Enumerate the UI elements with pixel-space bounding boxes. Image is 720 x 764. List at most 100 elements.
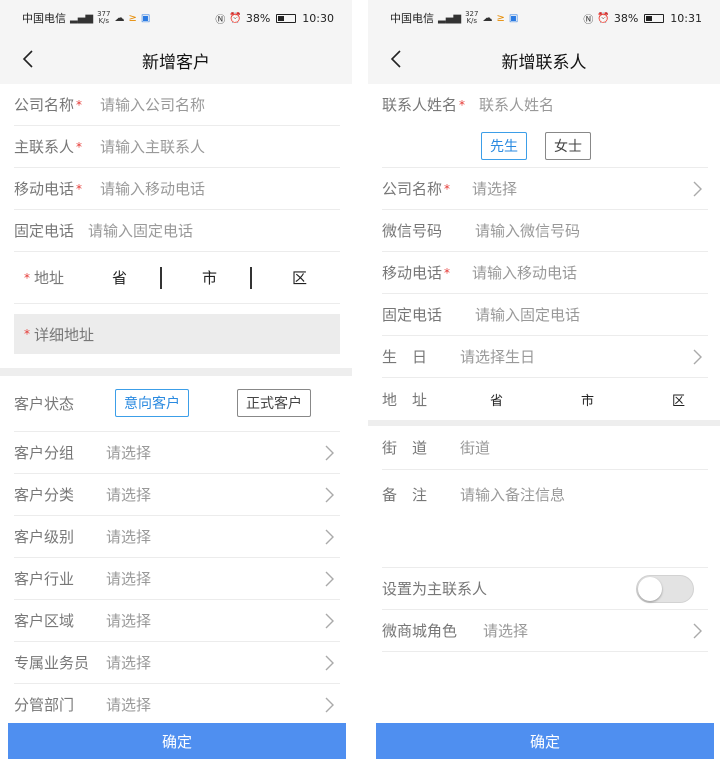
chevron-right-icon <box>325 655 334 671</box>
customer-category-row[interactable]: 客户分类 请选择 <box>14 474 340 516</box>
clock: 10:30 <box>302 11 334 25</box>
field-label: 地 址 <box>382 390 428 409</box>
field-label: 街 道 <box>382 439 428 457</box>
customer-form: 公司名称 * 请输入公司名称 主联系人 * 请输入主联系人 移动电话 * 请输入移动电… <box>0 84 352 354</box>
province-select[interactable]: 省 <box>112 267 127 288</box>
district-select[interactable]: 区 <box>672 390 685 409</box>
field-label: 固定电话 <box>14 222 75 240</box>
chevron-right-icon <box>325 697 334 713</box>
divider <box>160 267 162 289</box>
department-select[interactable]: 请选择 <box>106 694 151 715</box>
battery-percent: 38% <box>245 11 271 25</box>
mobile-phone-input[interactable]: 请输入移动电话 <box>472 262 577 283</box>
chevron-right-icon <box>325 529 334 545</box>
network-speed: 327 K/s <box>465 10 479 25</box>
customer-area-select[interactable]: 请选择 <box>106 610 151 631</box>
customer-level-row[interactable]: 客户级别 请选择 <box>14 516 340 558</box>
nfc-icon: Ⓝ <box>215 14 226 26</box>
remark-row[interactable]: 备 注 请输入备注信息 <box>382 470 708 568</box>
landline-row[interactable]: 固定电话 请输入固定电话 <box>14 210 340 252</box>
customer-industry-select[interactable]: 请选择 <box>106 568 151 589</box>
mobile-phone-input[interactable]: 请输入移动电话 <box>100 178 205 199</box>
mall-role-row[interactable]: 微商城角色 请选择 <box>382 610 708 652</box>
province-select[interactable]: 省 <box>490 390 503 409</box>
required-mark: * <box>459 97 466 112</box>
customer-group-select[interactable]: 请选择 <box>106 442 151 463</box>
battery-icon <box>644 13 665 23</box>
chevron-right-icon <box>325 571 334 587</box>
required-mark: * <box>444 181 451 196</box>
main-contact-row[interactable]: 主联系人 * 请输入主联系人 <box>14 126 340 168</box>
message-notification-icon: ▣ <box>140 12 151 24</box>
salesperson-select[interactable]: 请选择 <box>106 652 151 673</box>
required-mark: * <box>76 97 83 112</box>
cloud-icon: ☁ <box>482 12 493 24</box>
field-label: 客户区域 <box>14 612 75 630</box>
address-region-row[interactable]: * 地址 省 市 区 <box>14 252 340 304</box>
district-select[interactable]: 区 <box>292 267 307 288</box>
wechat-row[interactable]: 微信号码 请输入微信号码 <box>382 210 708 252</box>
company-name-input[interactable]: 请输入公司名称 <box>100 94 205 115</box>
contact-name-input[interactable]: 联系人姓名 <box>479 94 554 115</box>
address-region-row[interactable]: 地 址 省 市 区 <box>382 378 708 420</box>
back-arrow-icon[interactable] <box>388 50 406 68</box>
battery-fill <box>646 15 653 21</box>
city-select[interactable]: 市 <box>202 267 217 288</box>
contact-form: 联系人姓名 * 联系人姓名 先生 女士 公司名称 * 请选择 微信号码 请输入微信号… <box>368 84 720 420</box>
wechat-input[interactable]: 请输入微信号码 <box>475 220 580 241</box>
carrier-label: 中国电信 <box>390 12 434 25</box>
birthday-row[interactable]: 生 日 请选择生日 <box>382 336 708 378</box>
department-row[interactable]: 分管部门 请选择 <box>14 684 340 726</box>
status-bar: 中国电信 ▂▄▆ 377 K/s ☁ ≥ ▣ Ⓝ ⏰ 38% 10:30 <box>0 0 352 36</box>
signal-icon: ▂▄▆ <box>70 12 94 24</box>
detail-address-input[interactable]: * 详细地址 <box>14 314 340 354</box>
main-contact-input[interactable]: 请输入主联系人 <box>100 136 205 157</box>
mall-role-select[interactable]: 请选择 <box>483 620 528 641</box>
company-name-row[interactable]: 公司名称 * 请选择 <box>382 168 708 210</box>
customer-group-row[interactable]: 客户分组 请选择 <box>14 432 340 474</box>
mobile-phone-row[interactable]: 移动电话 * 请输入移动电话 <box>382 252 708 294</box>
status-option-prospect[interactable]: 意向客户 <box>115 389 189 417</box>
field-label: 客户级别 <box>14 528 75 546</box>
message-notification-icon: ▣ <box>508 12 519 24</box>
primary-contact-label: 设置为主联系人 <box>382 580 488 598</box>
back-arrow-icon[interactable] <box>20 50 38 68</box>
alarm-icon: ⏰ <box>229 12 242 24</box>
gender-option-male[interactable]: 先生 <box>481 132 527 160</box>
customer-status-label: 客户状态 <box>14 395 75 413</box>
company-select[interactable]: 请选择 <box>472 178 517 199</box>
contact-name-row: 联系人姓名 * 联系人姓名 先生 女士 <box>382 84 708 168</box>
status-bar: 中国电信 ▂▄▆ 327 K/s ☁ ≥ ▣ Ⓝ ⏰ 38% 10:31 <box>368 0 720 36</box>
confirm-button[interactable]: 确定 <box>376 723 714 759</box>
remark-input[interactable]: 请输入备注信息 <box>460 484 565 505</box>
city-select[interactable]: 市 <box>581 390 594 409</box>
landline-input[interactable]: 请输入固定电话 <box>475 304 580 325</box>
customer-area-row[interactable]: 客户区域 请选择 <box>14 600 340 642</box>
field-label: 客户分组 <box>14 444 75 462</box>
company-name-row[interactable]: 公司名称 * 请输入公司名称 <box>14 84 340 126</box>
required-mark: * <box>76 181 83 196</box>
chevron-right-icon <box>325 613 334 629</box>
status-option-formal[interactable]: 正式客户 <box>237 389 311 417</box>
customer-industry-row[interactable]: 客户行业 请选择 <box>14 558 340 600</box>
gender-option-female[interactable]: 女士 <box>545 132 591 160</box>
carrier-label: 中国电信 <box>22 12 66 25</box>
customer-level-select[interactable]: 请选择 <box>106 526 151 547</box>
mobile-phone-row[interactable]: 移动电话 * 请输入移动电话 <box>14 168 340 210</box>
confirm-button[interactable]: 确定 <box>8 723 346 759</box>
primary-contact-toggle[interactable] <box>636 575 694 603</box>
salesperson-row[interactable]: 专属业务员 请选择 <box>14 642 340 684</box>
customer-attributes: 客户状态 意向客户 正式客户 客户分组 请选择 客户分类 请选择 客户级别 请选… <box>0 376 352 726</box>
field-label: 移动电话 <box>382 264 443 282</box>
landline-row[interactable]: 固定电话 请输入固定电话 <box>382 294 708 336</box>
landline-input[interactable]: 请输入固定电话 <box>88 220 193 241</box>
birthday-select[interactable]: 请选择生日 <box>460 346 535 367</box>
customer-status-row: 客户状态 意向客户 正式客户 <box>14 376 340 432</box>
street-row[interactable]: 街 道 街道 <box>382 426 708 470</box>
field-label: 分管部门 <box>14 696 75 714</box>
field-label: 固定电话 <box>382 306 443 324</box>
customer-category-select[interactable]: 请选择 <box>106 484 151 505</box>
toggle-knob <box>638 577 662 601</box>
network-speed: 377 K/s <box>97 10 111 25</box>
street-input[interactable]: 街道 <box>460 437 490 458</box>
